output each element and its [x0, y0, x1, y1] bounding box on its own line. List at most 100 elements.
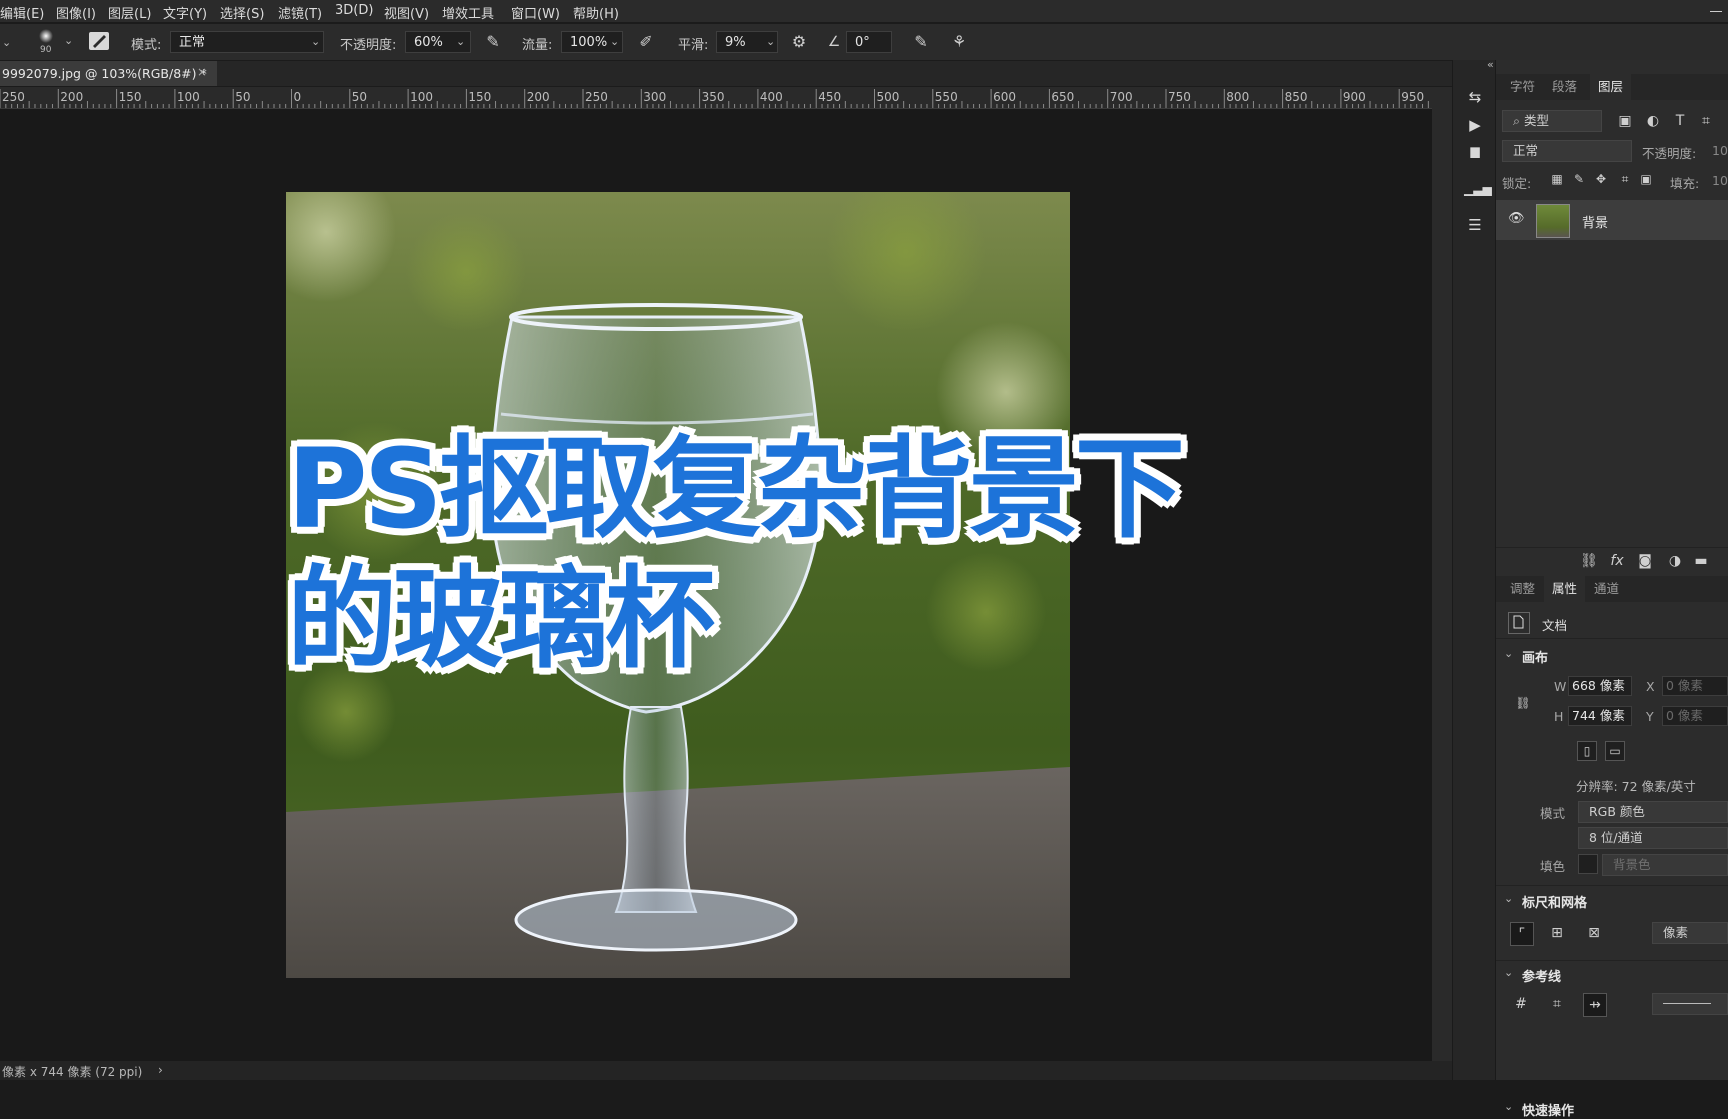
opacity-chevron-icon[interactable]: ⌄ [456, 35, 465, 48]
layer-blend-mode-select[interactable]: 正常 [1502, 140, 1632, 162]
canvas-chevron-icon[interactable]: ⌄ [1504, 647, 1513, 660]
lock-paint-icon[interactable]: ✎ [1568, 168, 1590, 190]
add-mask-icon[interactable]: ◙ [1634, 550, 1656, 572]
document-icon [1508, 612, 1530, 634]
tab-character[interactable]: 字符 [1502, 74, 1543, 100]
layer-filter-select[interactable]: ⌕ 类型 [1502, 110, 1602, 132]
guide-style-select[interactable] [1652, 993, 1728, 1015]
tab-properties[interactable]: 属性 [1544, 576, 1586, 602]
portrait-orientation-icon[interactable]: ▯ [1577, 741, 1597, 761]
landscape-orientation-icon[interactable]: ▭ [1605, 741, 1625, 761]
menu-3d[interactable]: 3D(D) [335, 3, 373, 18]
ruler-unit-select[interactable]: 像素 [1652, 922, 1728, 944]
histogram-icon[interactable]: ▁▃▅ [1464, 178, 1492, 200]
tool-preset-chevron-icon[interactable]: ⌄ [2, 36, 11, 49]
canvas-section-title[interactable]: 画布 [1522, 647, 1548, 666]
flow-chevron-icon[interactable]: ⌄ [610, 35, 619, 48]
height-input[interactable]: 744 像素 [1568, 706, 1632, 726]
collapse-panels-icon[interactable]: « [1487, 58, 1494, 71]
tab-adjustments[interactable]: 调整 [1502, 576, 1543, 602]
layer-blend-mode-value: 正常 [1513, 143, 1539, 158]
quick-actions-section-title[interactable]: 快速操作 [1522, 1100, 1574, 1119]
brush-settings-icon[interactable] [89, 32, 109, 50]
menu-image[interactable]: 图像(I) [56, 3, 96, 22]
visibility-eye-icon[interactable]: 👁 [1508, 211, 1525, 226]
pressure-size-icon[interactable]: ✎ [910, 31, 932, 53]
ruler-label: 300 [643, 90, 666, 104]
vertical-scrollbar[interactable] [1432, 87, 1452, 1061]
brush-picker-chevron-icon[interactable]: ⌄ [64, 34, 73, 47]
menu-filter[interactable]: 滤镜(T) [278, 3, 322, 22]
color-mode-select[interactable]: RGB 颜色 [1578, 801, 1728, 823]
tab-close-icon[interactable]: × [197, 65, 207, 79]
guide-layout-icon[interactable]: ⌗ [1546, 993, 1568, 1015]
document-tab-title: 9992079.jpg @ 103%(RGB/8#) * [2, 66, 207, 81]
filter-pixel-icon[interactable]: ▣ [1614, 110, 1636, 132]
x-input[interactable]: 0 像素 [1662, 676, 1728, 696]
grid-icon[interactable]: ⊞ [1546, 922, 1568, 944]
menu-layer[interactable]: 图层(L) [108, 3, 151, 22]
flow-value: 100% [570, 35, 608, 50]
history-icon[interactable]: ⇆ [1464, 86, 1486, 108]
smoothing-chevron-icon[interactable]: ⌄ [766, 35, 775, 48]
ruler-label: 400 [760, 90, 783, 104]
link-dimensions-icon[interactable]: ⛓ [1512, 692, 1534, 714]
filter-shape-icon[interactable]: ⌗ [1695, 110, 1717, 132]
blend-mode-select[interactable]: 正常 [170, 31, 324, 53]
new-group-icon[interactable]: ▬ [1690, 550, 1712, 572]
layer-name[interactable]: 背景 [1582, 212, 1608, 231]
status-expand-chevron-icon[interactable]: › [158, 1063, 163, 1077]
fill-color-select[interactable]: 背景色 [1602, 854, 1728, 876]
rulers-grid-section-title[interactable]: 标尺和网格 [1522, 892, 1587, 911]
guides-icon[interactable]: # [1510, 993, 1532, 1015]
fill-value[interactable]: 10 [1712, 173, 1728, 188]
menu-type[interactable]: 文字(Y) [163, 3, 207, 22]
search-icon: ⌕ [1513, 113, 1524, 128]
menu-view[interactable]: 视图(V) [384, 3, 429, 22]
menu-window[interactable]: 窗口(W) [511, 3, 560, 22]
adjustment-layer-icon[interactable]: ◑ [1664, 550, 1686, 572]
bit-depth-value: 8 位/通道 [1589, 830, 1643, 845]
document-label: 文档 [1542, 618, 1568, 633]
ruler-toggle-icon[interactable]: ⌜ [1510, 922, 1534, 946]
layer-opacity-value[interactable]: 10 [1712, 143, 1728, 158]
layer-filter-value: 类型 [1523, 113, 1549, 128]
actions-play-icon[interactable]: ▶ [1464, 114, 1486, 136]
menu-select[interactable]: 选择(S) [220, 3, 264, 22]
guides-section-title[interactable]: 参考线 [1522, 966, 1561, 985]
fill-color-swatch[interactable] [1578, 854, 1598, 874]
lock-artboard-icon[interactable]: ⌗ [1614, 168, 1636, 190]
airbrush-icon[interactable]: ✐ [635, 31, 657, 53]
menu-edit[interactable]: 编辑(E) [0, 3, 44, 22]
lock-position-icon[interactable]: ✥ [1590, 168, 1612, 190]
symmetry-icon[interactable]: ⚘ [948, 31, 970, 53]
tool-presets-icon[interactable]: ▆ [1464, 140, 1486, 162]
smart-guides-icon[interactable]: ⇸ [1583, 993, 1607, 1017]
tab-layers[interactable]: 图层 [1590, 74, 1632, 100]
pressure-opacity-icon[interactable]: ✎ [482, 31, 504, 53]
lock-transparency-icon[interactable]: ▦ [1546, 168, 1568, 190]
filter-type-icon[interactable]: T [1669, 110, 1691, 132]
document-tab[interactable]: 9992079.jpg @ 103%(RGB/8#) * × [0, 61, 217, 86]
filter-adjustment-icon[interactable]: ◐ [1642, 110, 1664, 132]
tab-channels[interactable]: 通道 [1586, 576, 1627, 602]
link-layers-icon[interactable]: ⛓ [1578, 550, 1600, 572]
menu-plugins[interactable]: 增效工具 [442, 3, 494, 22]
guides-chevron-icon[interactable]: ⌄ [1504, 966, 1513, 979]
tab-paragraph[interactable]: 段落 [1544, 74, 1585, 100]
menu-help[interactable]: 帮助(H) [573, 3, 619, 22]
clone-source-icon[interactable]: ☰ [1464, 214, 1486, 236]
fx-icon[interactable]: fx [1606, 550, 1628, 572]
y-value: 0 像素 [1666, 708, 1703, 723]
angle-input[interactable]: 0° [846, 31, 892, 53]
y-input[interactable]: 0 像素 [1662, 706, 1728, 726]
lock-all-icon[interactable]: ▣ [1635, 168, 1657, 190]
layer-row-background[interactable]: 👁 背景 [1496, 200, 1728, 240]
rulers-chevron-icon[interactable]: ⌄ [1504, 892, 1513, 905]
bit-depth-select[interactable]: 8 位/通道 [1578, 827, 1728, 849]
width-input[interactable]: 668 像素 [1568, 676, 1632, 696]
minimize-button[interactable] [1706, 0, 1726, 22]
quick-actions-chevron-icon[interactable]: ⌄ [1504, 1100, 1513, 1113]
pixel-grid-icon[interactable]: ⊠ [1583, 922, 1605, 944]
gear-icon[interactable]: ⚙ [788, 31, 810, 53]
